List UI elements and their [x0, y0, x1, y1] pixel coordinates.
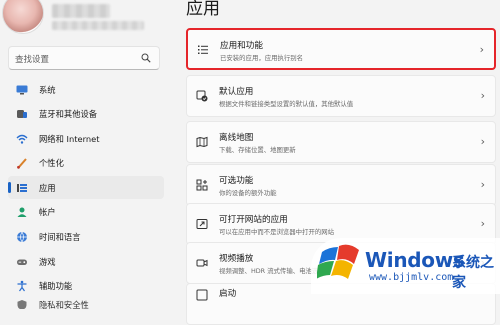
sidebar-nav: 系统 蓝牙和其他设备 网络和 Internet 个性化 应用 帐户 时间和语言 … — [8, 78, 164, 311]
page-title: 应用 — [186, 0, 220, 19]
video-icon — [195, 256, 209, 270]
sidebar-item-accounts[interactable]: 帐户 — [8, 201, 164, 224]
shield-icon — [16, 299, 28, 310]
sidebar-item-label: 应用 — [39, 182, 56, 193]
sidebar-item-label: 网络和 Internet — [39, 133, 100, 144]
list-icon — [196, 43, 210, 57]
sidebar-item-label: 蓝牙和其他设备 — [39, 109, 98, 120]
sidebar-item-label: 辅助功能 — [39, 281, 73, 292]
card-description: 你的设备的额外功能 — [219, 189, 277, 197]
sidebar-item-label: 时间和语言 — [39, 232, 81, 243]
card-description: 可以在应用中而不是浏览器中打开的网站 — [219, 228, 335, 236]
brush-icon — [16, 157, 28, 169]
person-icon — [16, 206, 28, 218]
sidebar-item-time-language[interactable]: 时间和语言 — [8, 226, 164, 249]
chevron-right-icon: › — [480, 89, 485, 102]
sidebar-item-label: 隐私和安全性 — [39, 300, 89, 310]
sidebar: 系统 蓝牙和其他设备 网络和 Internet 个性化 应用 — [0, 0, 172, 310]
card-title: 离线地图 — [219, 133, 254, 143]
gamepad-icon — [16, 256, 28, 268]
optional-features-icon — [195, 178, 209, 192]
wifi-icon — [16, 133, 28, 145]
watermark-brand: Windows — [365, 248, 465, 272]
search-input[interactable] — [9, 49, 135, 71]
sidebar-item-label: 帐户 — [39, 207, 56, 218]
card-title: 默认应用 — [219, 87, 254, 97]
map-icon — [195, 135, 209, 149]
sidebar-item-label: 系统 — [39, 84, 56, 95]
user-email-blurred — [52, 21, 144, 30]
search-box[interactable] — [8, 46, 160, 71]
avatar[interactable] — [2, 0, 44, 34]
startup-icon — [195, 288, 209, 302]
globe-clock-icon — [16, 231, 28, 243]
user-name-blurred — [52, 4, 110, 18]
card-description: 下载、存储位置、地图更新 — [219, 146, 296, 154]
card-default-apps[interactable]: 默认应用 根据文件和链接类型设置的默认值，其他默认值 › — [186, 75, 496, 117]
search-icon[interactable] — [141, 53, 151, 63]
card-optional-features[interactable]: 可选功能 你的设备的额外功能 › — [186, 164, 496, 206]
card-description: 根据文件和链接类型设置的默认值，其他默认值 — [219, 100, 354, 108]
card-description: 视频调整、HDR 流式传输、电池选项 — [219, 267, 325, 275]
windows-logo-icon — [317, 244, 359, 279]
watermark-brand-cn: 系统之家 — [452, 255, 494, 291]
sidebar-item-network[interactable]: 网络和 Internet — [8, 127, 164, 150]
chevron-right-icon: › — [480, 178, 485, 191]
card-title: 可打开网站的应用 — [219, 215, 288, 225]
chevron-right-icon: › — [479, 43, 484, 56]
monitor-icon — [16, 84, 28, 96]
sidebar-item-accessibility[interactable]: 辅助功能 — [8, 275, 164, 298]
sidebar-item-bluetooth[interactable]: 蓝牙和其他设备 — [8, 103, 164, 126]
sidebar-item-gaming[interactable]: 游戏 — [8, 250, 164, 273]
default-apps-icon — [195, 89, 209, 103]
chevron-right-icon: › — [480, 135, 485, 148]
sidebar-item-system[interactable]: 系统 — [8, 78, 164, 101]
sidebar-item-apps[interactable]: 应用 — [8, 176, 164, 200]
card-title: 视频播放 — [219, 254, 254, 264]
card-description: 已安装的应用，应用执行别名 — [220, 54, 304, 62]
bluetooth-icon — [16, 108, 28, 120]
sidebar-item-privacy[interactable]: 隐私和安全性 — [8, 299, 164, 310]
card-title: 启动 — [219, 289, 237, 299]
sidebar-item-personalization[interactable]: 个性化 — [8, 152, 164, 175]
card-title: 应用和功能 — [220, 41, 263, 51]
card-apps-features[interactable]: 应用和功能 已安装的应用，应用执行别名 › — [186, 28, 496, 70]
apps-icon — [16, 182, 28, 194]
card-offline-maps[interactable]: 离线地图 下载、存储位置、地图更新 › — [186, 121, 496, 163]
accessibility-icon — [16, 280, 28, 292]
chevron-right-icon: › — [480, 217, 485, 230]
watermark: Windows 系统之家 www.bjjmlv.com — [311, 238, 500, 294]
open-website-icon — [195, 217, 209, 231]
sidebar-item-label: 游戏 — [39, 256, 56, 267]
card-title: 可选功能 — [219, 176, 254, 186]
watermark-url: www.bjjmlv.com — [369, 272, 454, 283]
sidebar-item-label: 个性化 — [39, 158, 64, 169]
